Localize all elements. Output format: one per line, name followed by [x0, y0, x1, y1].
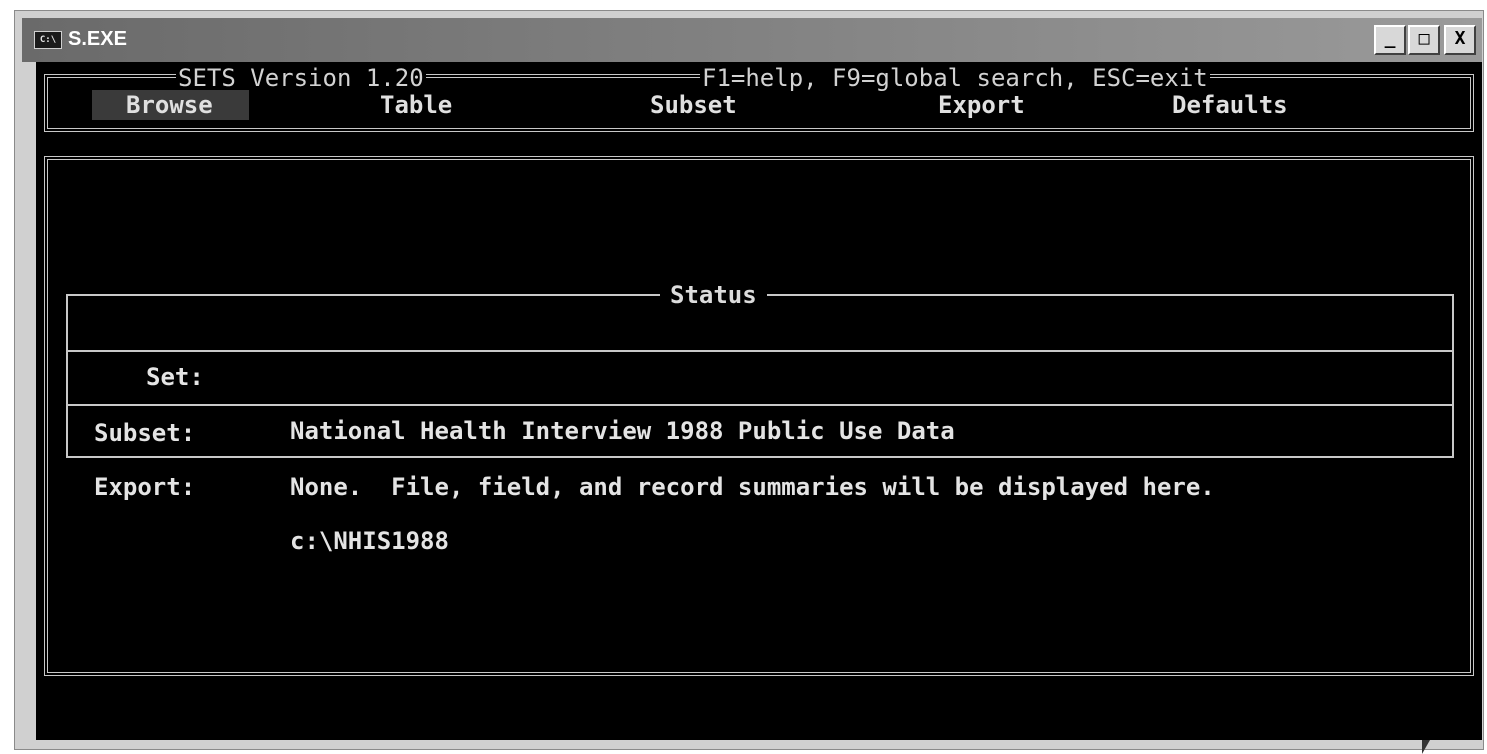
console-screen[interactable]: SETS Version 1.20 F1=help, F9=global sea… — [36, 62, 1482, 740]
status-title: Status — [660, 283, 767, 307]
close-button[interactable]: X — [1444, 25, 1476, 55]
maximize-button[interactable]: □ — [1408, 25, 1440, 55]
menu-browse[interactable]: Browse — [92, 90, 249, 120]
menu-export[interactable]: Export — [938, 90, 1025, 120]
export-label: Export: — [94, 473, 196, 501]
export-value: c:\NHIS1988 — [290, 527, 449, 555]
menu-subset[interactable]: Subset — [650, 90, 737, 120]
mouse-pointer-icon — [1422, 740, 1430, 754]
console-app-icon[interactable]: C:\ — [34, 31, 62, 49]
status-panel: Set: National Health Interview 1988 Publ… — [66, 294, 1454, 555]
subset-value: None. File, field, and record summaries … — [290, 473, 1215, 501]
title-bar[interactable]: C:\ S.EXE _ □ X — [22, 18, 1482, 62]
key-help-header: F1=help, F9=global search, ESC=exit — [700, 64, 1210, 92]
minimize-button[interactable]: _ — [1374, 25, 1406, 55]
status-row-export: Export: c:\NHIS1988 — [68, 404, 1452, 555]
window-title: S.EXE — [68, 28, 127, 50]
menu-defaults[interactable]: Defaults — [1172, 90, 1288, 120]
app-version-header: SETS Version 1.20 — [176, 64, 426, 92]
status-row-subset: Subset: None. File, field, and record su… — [68, 350, 1452, 501]
menu-table[interactable]: Table — [380, 90, 452, 120]
